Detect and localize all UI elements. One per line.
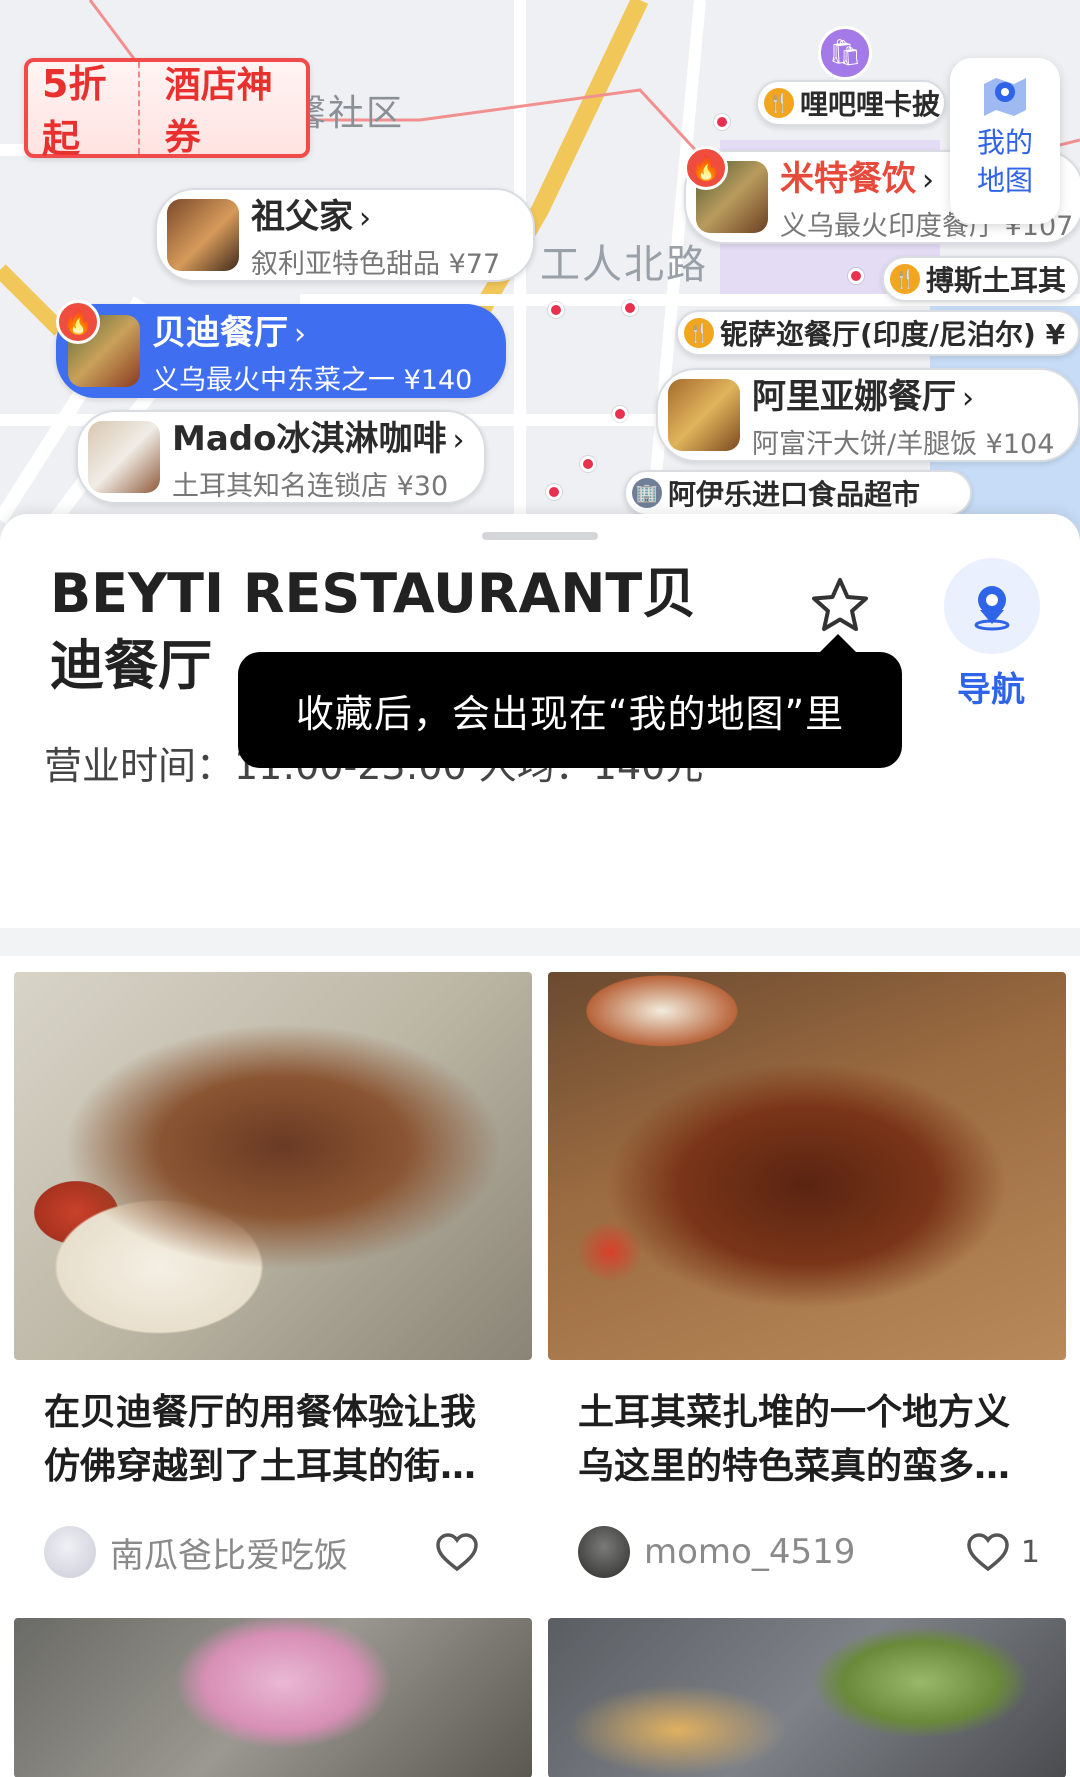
favorite-tooltip: 收藏后，会出现在“我的地图”里 [238,634,902,768]
place-detail-sheet: BEYTI RESTAURANT贝迪餐厅 营业时间：11:00-23:00 人均… [0,514,1080,1777]
chevron-right-icon: › [962,381,974,416]
map-view[interactable]: 馨社区 工人北路 5折起 酒店神券 🛍 祖父家 › 叙利亚特色甜品 ¥77 贝迪餐… [0,0,1080,540]
like-heart-icon[interactable] [434,1531,480,1573]
coupon-discount: 5折起 [42,62,107,161]
hotel-coupon-banner[interactable]: 5折起 酒店神券 [24,58,310,161]
feed-photo [548,972,1066,1360]
poi-chip[interactable]: 🍴 哩吧哩卡披 [756,80,946,126]
poi-name: 阿伊乐进口食品超市 [668,478,921,511]
chevron-right-icon: › [294,317,306,352]
poi-name: Mado冰淇淋咖啡 [172,419,447,459]
map-pin[interactable] [546,484,562,500]
feed-card[interactable]: 在贝迪餐厅的用餐体验让我仿佛穿越到了土耳其的街… 南瓜爸比爱吃饭 [14,972,532,1580]
feed-photo [14,972,532,1360]
road-label: 工人北路 [540,242,708,288]
feed-title: 在贝迪餐厅的用餐体验让我仿佛穿越到了土耳其的街… [44,1392,477,1487]
chevron-right-icon: › [922,163,934,198]
navigate-label[interactable]: 导航 [946,662,1036,711]
map-pin[interactable] [548,302,564,318]
map-pin-icon [984,78,1026,116]
map-pin[interactable] [622,300,638,316]
my-map-label: 我的地图 [976,126,1033,197]
poi-subtitle: 叙利亚特色甜品 ¥77 [251,249,501,280]
poi-chip[interactable]: 🍴 搏斯土耳其 [882,256,1080,302]
hot-fire-icon: 🔥 [56,300,100,344]
poi-card-selected[interactable]: 贝迪餐厅 › 义乌最火中东菜之一 ¥140 [56,304,506,398]
chevron-right-icon: › [452,423,465,458]
navigation-pin-icon [974,586,1010,631]
poi-subtitle: 阿富汗大饼/羊腿饭 ¥104 [752,429,1055,460]
feed-card[interactable] [548,1618,1066,1777]
poi-chip[interactable]: 🏢 阿伊乐进口食品超市 [624,470,972,516]
poi-chip[interactable]: 🍴 铌萨迩餐厅(印度/尼泊尔) ¥ [676,310,1080,356]
feed-card[interactable] [14,1618,532,1777]
feed-photo [14,1618,532,1777]
hot-fire-icon: 🔥 [684,146,728,190]
poi-name: 阿里亚娜餐厅 [752,377,956,417]
like-heart-icon[interactable] [965,1531,1011,1573]
poi-thumbnail [668,379,740,451]
map-pin[interactable] [714,114,730,130]
poi-card[interactable]: 阿里亚娜餐厅 › 阿富汗大饼/羊腿饭 ¥104 [656,368,1080,462]
poi-card[interactable]: Mado冰淇淋咖啡 › 土耳其知名连锁店 ¥30 [76,410,486,504]
poi-subtitle: 义乌最火中东菜之一 ¥140 [152,365,473,396]
like-count: 1 [1020,1534,1040,1570]
restaurant-icon: 🍴 [684,318,714,348]
my-map-button[interactable]: 我的地图 [950,58,1060,224]
favorite-star-icon[interactable] [808,574,872,638]
poi-card[interactable]: 祖父家 › 叙利亚特色甜品 ¥77 [155,188,535,282]
avatar[interactable] [578,1526,630,1578]
chevron-right-icon: › [359,201,371,236]
poi-name: 祖父家 [251,197,353,237]
avatar[interactable] [44,1526,96,1578]
poi-subtitle: 土耳其知名连锁店 ¥30 [172,471,449,502]
author-name[interactable]: momo_4519 [644,1532,965,1572]
map-pin[interactable] [848,268,864,284]
feed-card[interactable]: 土耳其菜扎堆的一个地方义乌这里的特色菜真的蛮多… momo_4519 1 [548,972,1066,1580]
coupon-divider [138,62,140,154]
poi-thumbnail [88,421,160,493]
poi-name: 搏斯土耳其 [926,264,1067,297]
feed-title: 土耳其菜扎堆的一个地方义乌这里的特色菜真的蛮多… [578,1392,1011,1487]
restaurant-icon: 🍴 [764,88,794,118]
store-icon: 🏢 [632,478,662,508]
shopping-bag-icon[interactable]: 🛍 [818,26,872,80]
section-divider [0,928,1080,956]
author-name[interactable]: 南瓜爸比爱吃饭 [110,1528,434,1577]
poi-name: 米特餐饮 [780,159,916,199]
navigate-button[interactable] [944,558,1040,654]
poi-name: 铌萨迩餐厅(印度/尼泊尔) ¥ [720,318,1066,351]
coupon-label: 酒店神券 [164,65,273,158]
poi-name: 哩吧哩卡披 [800,88,941,121]
sheet-drag-handle[interactable] [482,532,598,540]
map-pin[interactable] [580,456,596,472]
map-pin[interactable] [612,406,628,422]
poi-thumbnail [167,199,239,271]
poi-name: 贝迪餐厅 [152,313,288,353]
feed-photo [548,1618,1066,1777]
restaurant-icon: 🍴 [890,264,920,294]
